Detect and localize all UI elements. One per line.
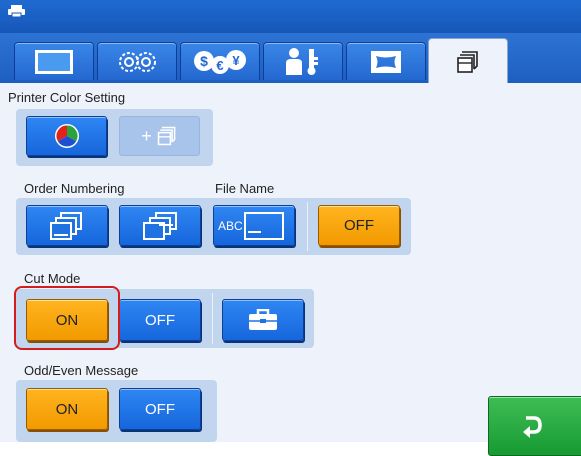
svg-text:¥: ¥ bbox=[232, 53, 240, 68]
display-icon bbox=[35, 49, 73, 74]
cut-mode-off-button[interactable]: OFF bbox=[119, 299, 201, 341]
plus-sign: + bbox=[141, 125, 152, 146]
svg-text:$: $ bbox=[200, 53, 208, 69]
order-numbering-label: Order Numbering bbox=[24, 181, 125, 196]
file-name-label: File Name bbox=[215, 181, 275, 196]
tab-strip: $ € ¥ bbox=[0, 33, 581, 84]
paper-stack-icon bbox=[457, 50, 478, 73]
tab-display[interactable] bbox=[14, 42, 94, 80]
title-bar bbox=[0, 0, 581, 33]
group-divider bbox=[307, 202, 308, 251]
group-divider bbox=[212, 293, 213, 344]
printer-color-group: + bbox=[16, 109, 213, 166]
printer-icon bbox=[8, 5, 25, 17]
stacked-sheets-icon bbox=[50, 211, 82, 240]
add-paper-button[interactable]: + bbox=[119, 116, 200, 156]
tab-gears[interactable] bbox=[97, 42, 177, 80]
gears-icon bbox=[119, 51, 156, 72]
tab-currency[interactable]: $ € ¥ bbox=[180, 42, 260, 80]
order-numbering-button-1[interactable] bbox=[26, 205, 108, 246]
abc-text: ABC bbox=[218, 218, 243, 233]
file-name-field-icon bbox=[243, 211, 284, 240]
tab-paper[interactable] bbox=[428, 38, 508, 84]
add-paper-icon bbox=[157, 126, 176, 146]
odd-even-group: ON OFF bbox=[16, 380, 217, 442]
cut-mode-label: Cut Mode bbox=[24, 271, 81, 286]
color-print-button[interactable] bbox=[26, 116, 107, 156]
currency-icon: $ € ¥ bbox=[194, 49, 246, 74]
return-button[interactable] bbox=[488, 396, 581, 456]
odd-even-on-button[interactable]: ON bbox=[26, 388, 108, 430]
file-name-off-button[interactable]: OFF bbox=[318, 205, 400, 246]
color-wheel-icon bbox=[54, 124, 79, 148]
user-key-icon bbox=[286, 47, 318, 75]
order-numbering-button-2[interactable] bbox=[119, 205, 201, 246]
printer-color-label: Printer Color Setting bbox=[8, 90, 126, 105]
stacked-sheets-offset-icon bbox=[143, 211, 177, 240]
odd-even-off-button[interactable]: OFF bbox=[119, 388, 201, 430]
file-name-abc-button[interactable]: ABC bbox=[213, 205, 295, 246]
odd-even-label: Odd/Even Message bbox=[24, 363, 139, 378]
frame-icon bbox=[371, 50, 401, 73]
selection-highlight bbox=[14, 286, 120, 350]
svg-text:€: € bbox=[216, 58, 223, 73]
tab-frame[interactable] bbox=[346, 42, 426, 80]
toolbox-button[interactable] bbox=[222, 299, 304, 341]
toolbox-icon bbox=[249, 309, 277, 330]
numbering-group: ABC OFF bbox=[16, 198, 411, 255]
tab-user-key[interactable] bbox=[263, 42, 343, 80]
return-arrow-icon bbox=[523, 416, 542, 438]
